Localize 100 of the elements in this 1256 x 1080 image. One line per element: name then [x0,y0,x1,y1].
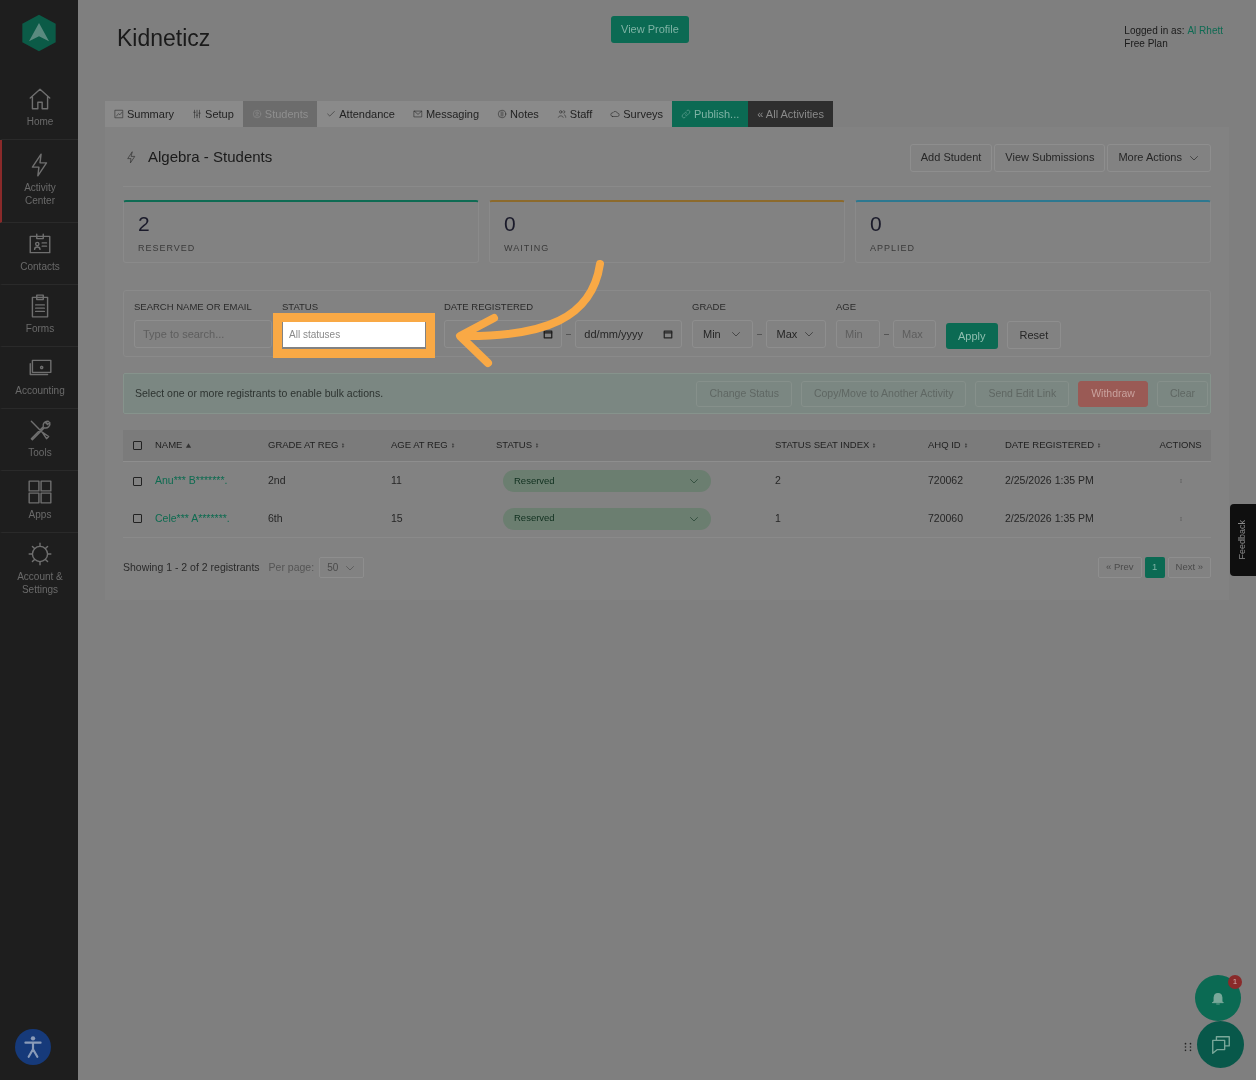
apps-grid-icon [27,479,53,505]
envelope-icon [412,109,423,119]
dash-separator [566,333,572,335]
bell-icon [1210,990,1226,1006]
view-profile-button[interactable]: View Profile [611,16,689,43]
table-cell: 720062 [928,473,964,489]
column-header[interactable]: ACTIONS [1159,438,1202,453]
bulk-actions-message: Select one or more registrants to enable bulk actions. [135,385,384,401]
cloud-icon [610,109,621,119]
sliders-icon [192,109,203,119]
sort-icon [341,442,346,449]
column-header[interactable]: GRADE AT REG [268,438,339,453]
column-header[interactable]: AHQ ID [928,438,961,453]
stat-label: RESERVED [138,242,196,255]
sidebar-item[interactable]: Apps [0,471,78,533]
sort-icon [1097,442,1102,449]
logged-in-label: Logged in as: [1124,24,1185,37]
table-cell: 2 [775,473,781,489]
calendar-icon [663,329,673,340]
stat-value: 0 [504,212,516,236]
date-from-field[interactable] [444,320,563,349]
home-icon [27,86,53,112]
lightning-icon [125,151,138,164]
sidebar-item[interactable]: Tools [0,409,78,471]
stat-label: WAITING [504,242,550,255]
note-icon [497,109,508,119]
tab[interactable]: Staff [547,101,602,127]
column-header[interactable]: AGE AT REG [391,438,448,453]
action-button[interactable]: Add Student [909,143,993,172]
table-cell-text: 720060 [928,510,964,526]
status-dropdown[interactable]: Reserved [503,470,711,492]
dash-separator [756,333,762,335]
column-header[interactable]: STATUS [496,438,533,453]
sort-up-icon [185,442,193,449]
tab[interactable]: Summary [105,101,184,127]
table-cell: 2/25/2026 1:35 PM [1005,473,1094,489]
chart-icon [114,109,124,119]
filter-label: SEARCH NAME OR EMAIL [134,300,252,314]
chat-bubbles-icon [1209,1033,1232,1056]
tab[interactable]: Notes [488,101,548,127]
check-icon [326,109,337,119]
apply-button[interactable]: Apply [946,323,998,349]
sort-icon [872,442,877,449]
dash-separator [884,333,889,335]
tab[interactable]: Messaging [403,101,489,127]
sidebar-item[interactable]: Contacts [0,223,78,285]
column-header[interactable]: NAME [155,438,183,453]
page-heading: Kidneticz [117,24,211,53]
filter-label: DATE REGISTERED [444,300,534,314]
date-to-field[interactable]: dd/mm/yyyy [575,320,682,349]
status-dropdown[interactable]: Reserved [503,507,711,530]
tab[interactable]: Publish... [672,101,749,127]
chat-button[interactable] [1197,1021,1244,1068]
action-button[interactable]: More Actions [1107,143,1211,172]
people-icon [556,109,567,119]
dropdown[interactable]: Max [765,320,826,349]
sidebar-item[interactable]: Home [0,78,78,140]
link-icon [681,109,692,119]
calendar-icon [543,329,554,340]
bulk-action-button[interactable]: Withdraw [1078,380,1148,407]
settings-icon [27,541,53,567]
column-header[interactable]: DATE REGISTERED [1005,438,1095,453]
sort-icon [535,442,540,449]
tab[interactable]: « All Activities [748,101,833,127]
action-button[interactable]: View Submissions [994,143,1106,172]
dropdown[interactable]: Min [692,320,753,349]
section-title: Algebra - Students [148,147,273,168]
student-name-link[interactable]: Anu*** B*******. [155,473,228,489]
reset-button[interactable]: Reset [1006,321,1062,349]
stat-value: 2 [138,212,150,236]
tab[interactable]: Surveys [601,101,673,127]
table-cell: 11 [391,473,402,489]
table-cell: 2nd [268,473,286,489]
notification-badge: 1 [1228,975,1242,989]
sidebar-item[interactable]: Activity Center [0,140,78,223]
feedback-tab[interactable]: Feedback [1230,504,1256,576]
status-field[interactable]: All statuses [283,321,425,348]
student-name-link[interactable]: Cele*** A*******. [155,510,230,527]
sort-icon [450,442,455,449]
stat-label: APPLIED [870,242,916,255]
sidebar-item[interactable]: Account & Settings [0,533,78,607]
checkbox[interactable] [133,514,142,523]
sidebar-item[interactable]: Accounting [0,347,78,409]
notification-button[interactable] [1195,975,1241,1021]
checkbox[interactable] [133,441,142,450]
filter-label: GRADE [692,300,726,314]
table-cell-text: 2/25/2026 1:35 PM [1005,510,1094,526]
page-button[interactable]: 1 [1144,557,1165,578]
table-cell-text: 15 [391,510,403,526]
table-cell-text: 6th [268,510,283,526]
sidebar-item[interactable]: Forms [0,285,78,347]
tab[interactable]: Attendance [317,101,404,127]
filter-label: STATUS [282,300,319,314]
checkbox[interactable] [133,476,142,486]
tab[interactable]: Setup [183,101,243,127]
accessibility-button[interactable] [15,1029,51,1065]
stat-value: 0 [870,212,882,236]
sort-icon [963,442,968,449]
column-header[interactable]: STATUS SEAT INDEX [775,438,870,453]
table-cell-text: 1 [775,510,781,526]
